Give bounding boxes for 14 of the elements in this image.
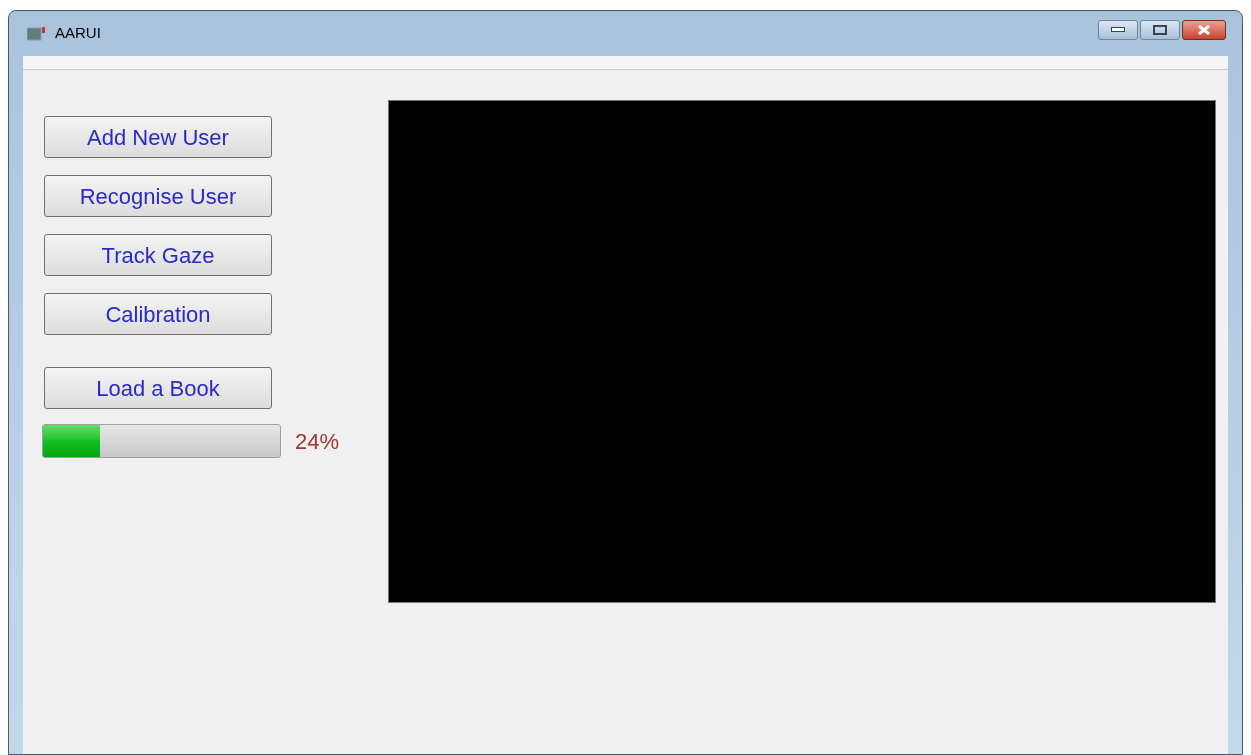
minimize-icon bbox=[1111, 27, 1125, 32]
minimize-button[interactable] bbox=[1098, 19, 1138, 40]
window-title: AARUI bbox=[55, 23, 101, 44]
maximize-icon bbox=[1153, 24, 1167, 35]
maximize-button[interactable] bbox=[1140, 19, 1180, 40]
calibration-button[interactable]: Calibration bbox=[44, 293, 272, 335]
app-icon bbox=[27, 26, 47, 41]
add-user-button[interactable]: Add New User bbox=[44, 116, 272, 158]
close-button[interactable] bbox=[1182, 19, 1226, 40]
progress-percentage: 24% bbox=[295, 427, 340, 456]
close-icon bbox=[1197, 24, 1211, 35]
track-gaze-button[interactable]: Track Gaze bbox=[44, 234, 272, 276]
recognise-user-button[interactable]: Recognise User bbox=[44, 175, 272, 217]
load-book-button[interactable]: Load a Book bbox=[44, 367, 272, 409]
